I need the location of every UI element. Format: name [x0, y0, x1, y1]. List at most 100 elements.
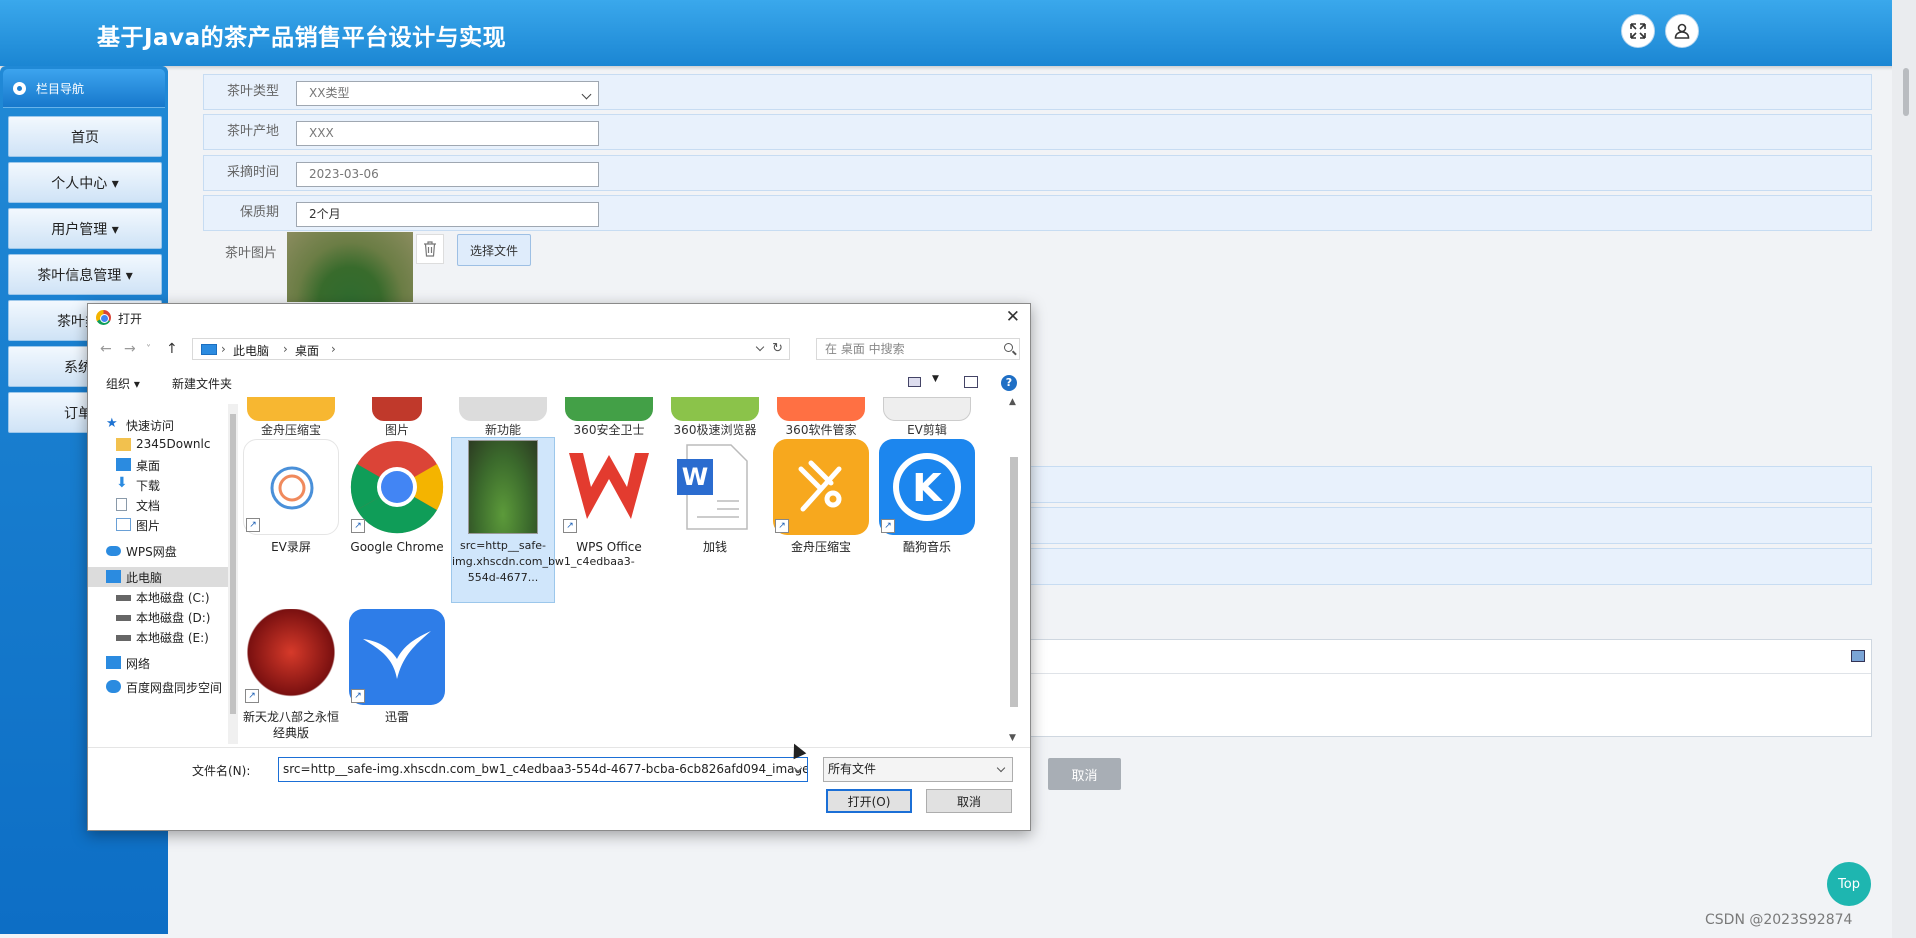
tree-item-2345download[interactable]: 2345Downlc✎ — [116, 435, 228, 455]
dialog-cancel-button[interactable]: 取消 — [926, 789, 1012, 813]
chevron-down-icon[interactable] — [755, 342, 765, 352]
app-icon — [671, 397, 759, 421]
jinzhou-icon: ↗ — [773, 439, 869, 535]
search-placeholder: 在 桌面 中搜索 — [825, 342, 905, 356]
page-scrollbar[interactable] — [1892, 0, 1916, 938]
file-grid-scroll-thumb[interactable] — [1010, 457, 1018, 707]
file-item-word-doc[interactable]: W 加钱 — [663, 439, 767, 555]
rich-text-editor[interactable] — [1026, 639, 1872, 737]
sidebar-item-tea-info[interactable]: 茶叶信息管理 ▾ — [8, 254, 162, 295]
forward-arrow-icon[interactable]: → — [124, 341, 136, 357]
app-icon — [883, 397, 971, 421]
breadcrumb-desktop[interactable]: 桌面 — [295, 342, 319, 359]
shelf-life-input[interactable]: 2个月 — [296, 202, 599, 227]
file-item-kugou[interactable]: K ↗ 酷狗音乐 — [875, 439, 979, 555]
tea-type-label: 茶叶类型 — [226, 84, 279, 99]
scroll-up-icon[interactable]: ▲ — [1009, 397, 1016, 407]
view-mode-icon[interactable] — [908, 377, 921, 387]
file-item-ev-recorder[interactable]: ↗ EV录屏 — [239, 439, 343, 555]
recent-chevron-icon[interactable]: ˅ — [146, 344, 151, 355]
tree-label: 此电脑 — [126, 571, 163, 585]
back-arrow-icon[interactable]: ← — [100, 341, 112, 357]
folder-icon — [116, 438, 131, 451]
form-row-bg — [1026, 507, 1872, 544]
organize-menu[interactable]: 组织 ▾ — [106, 375, 140, 392]
filename-input[interactable]: src=http__safe-img.xhscdn.com_bw1_c4edba… — [278, 757, 808, 782]
sidebar-item-users[interactable]: 用户管理 ▾ — [8, 208, 162, 249]
sidebar-item-home[interactable]: 首页 — [8, 116, 162, 157]
form-row-bg — [1026, 466, 1872, 503]
filetype-select[interactable]: 所有文件 — [823, 757, 1013, 782]
file-item-thunder[interactable]: ↗ 迅雷 — [345, 609, 449, 725]
up-arrow-icon[interactable]: ↑ — [166, 341, 178, 357]
back-to-top-button[interactable]: Top — [1827, 862, 1871, 906]
drive-icon — [116, 635, 131, 641]
file-name: 酷狗音乐 — [902, 540, 951, 554]
tree-item-documents[interactable]: 文档✎ — [116, 495, 228, 515]
file-item-partial[interactable]: 图片 — [345, 397, 449, 438]
file-item-jinzhou[interactable]: ↗ 金舟压缩宝 — [769, 439, 873, 555]
fullscreen-button[interactable] — [1621, 14, 1655, 48]
tree-item-wps-cloud[interactable]: WPS网盘 — [106, 541, 228, 561]
tea-type-value: XX类型 — [309, 86, 350, 100]
tree-item-drive-e[interactable]: 本地磁盘 (E:) — [116, 627, 228, 647]
sidebar-heading: 栏目导航 — [3, 69, 165, 108]
tree-scroll-thumb[interactable] — [230, 414, 236, 714]
tree-item-network[interactable]: 网络 — [106, 653, 228, 673]
search-input[interactable]: 在 桌面 中搜索 — [816, 338, 1020, 360]
file-item-partial[interactable]: EV剪辑 — [875, 397, 979, 438]
help-icon[interactable]: ? — [1001, 375, 1017, 391]
shortcut-arrow-icon: ↗ — [351, 519, 365, 533]
breadcrumb-this-pc[interactable]: 此电脑 — [233, 342, 269, 359]
tree-item-this-pc[interactable]: 此电脑 — [88, 567, 228, 587]
file-item-partial[interactable]: 金舟压缩宝 — [239, 397, 343, 438]
form-cancel-button[interactable]: 取消 — [1048, 758, 1121, 790]
new-folder-button[interactable]: 新建文件夹 — [172, 375, 232, 392]
user-button[interactable] — [1665, 14, 1699, 48]
choose-file-button[interactable]: 选择文件 — [457, 234, 531, 266]
tree-scrollbar[interactable] — [228, 404, 238, 744]
close-icon[interactable]: ✕ — [1006, 307, 1020, 327]
tree-item-drive-c[interactable]: 本地磁盘 (C:) — [116, 587, 228, 607]
file-item-wps[interactable]: ↗ WPS Office — [557, 439, 661, 555]
file-item-partial[interactable]: 360软件管家 — [769, 397, 873, 438]
folder-thumb-icon — [372, 397, 422, 421]
tea-type-select[interactable]: XX类型 — [296, 81, 599, 106]
tree-item-drive-d[interactable]: 本地磁盘 (D:) — [116, 607, 228, 627]
chevron-down-icon[interactable]: ▼ — [932, 374, 939, 384]
tree-label: WPS网盘 — [126, 545, 177, 559]
picture-icon — [116, 518, 131, 531]
file-item-tea-image[interactable]: src=http__safe-img.xhscdn.com_bw1_c4edba… — [451, 437, 635, 603]
open-button[interactable]: 打开(O) — [826, 789, 912, 813]
delete-image-button[interactable] — [416, 234, 444, 264]
scroll-down-icon[interactable]: ▼ — [1009, 733, 1016, 743]
address-bar[interactable]: › 此电脑 › 桌面 › ↻ — [192, 338, 790, 360]
preview-pane-icon[interactable] — [964, 376, 978, 388]
refresh-icon[interactable]: ↻ — [772, 341, 783, 356]
file-item-chrome[interactable]: ↗ Google Chrome — [345, 439, 449, 555]
app-header: 基于Java的茶产品销售平台设计与实现 — [0, 0, 1916, 66]
file-item-partial[interactable]: 新功能 — [451, 397, 555, 438]
tree-item-pictures[interactable]: 图片✎ — [116, 515, 228, 535]
file-name: 新功能 — [484, 423, 521, 437]
computer-icon — [106, 570, 121, 583]
file-item-partial[interactable]: 360安全卫士 — [557, 397, 661, 438]
svg-text:W: W — [682, 463, 708, 491]
file-name: 360安全卫士 — [573, 423, 645, 437]
file-grid-scrollbar[interactable]: ▲ ▼ — [1007, 397, 1021, 745]
tree-item-downloads[interactable]: ⬇下载✎ — [116, 475, 228, 495]
editor-fullscreen-icon[interactable] — [1851, 650, 1865, 662]
tree-item-desktop[interactable]: 桌面✎ — [116, 455, 228, 475]
file-name: 金舟压缩宝 — [260, 423, 321, 437]
pick-date-input[interactable]: 2023-03-06 — [296, 162, 599, 187]
page-scroll-thumb[interactable] — [1903, 68, 1909, 116]
origin-input[interactable]: XXX — [296, 121, 599, 146]
search-icon — [1004, 343, 1013, 352]
tree-item-quick-access[interactable]: ★ 快速访问 — [106, 415, 228, 435]
file-item-tianlong[interactable]: ↗ 新天龙八部之永恒经典版 — [239, 609, 343, 741]
filename-value: src=http__safe-img.xhscdn.com_bw1_c4edba… — [283, 762, 808, 776]
tree-item-baidu-sync[interactable]: 百度网盘同步空间 — [106, 677, 228, 697]
sidebar-item-profile[interactable]: 个人中心 ▾ — [8, 162, 162, 203]
file-item-partial[interactable]: 360极速浏览器 — [663, 397, 767, 438]
tree-label: 桌面 — [136, 459, 161, 473]
